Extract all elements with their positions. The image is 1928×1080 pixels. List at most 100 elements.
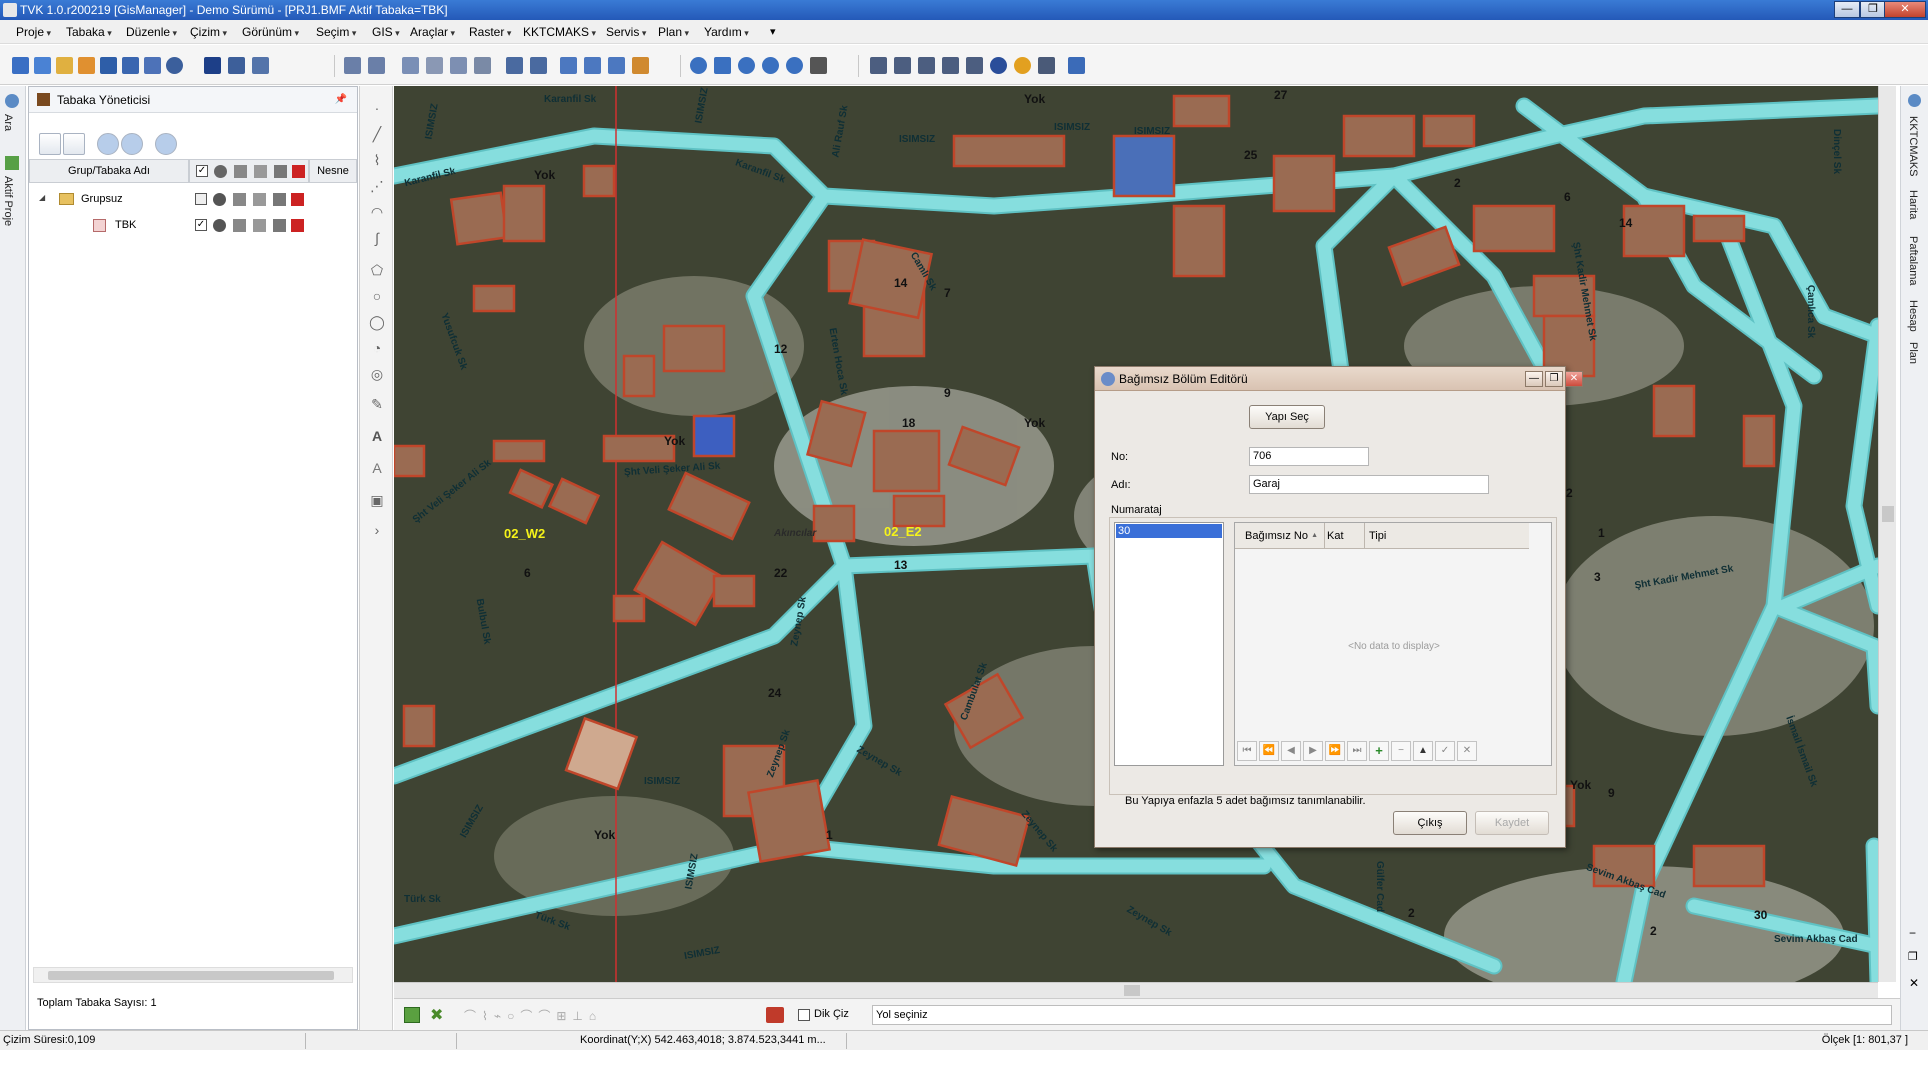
dialog-title-bar[interactable]: Bağımsız Bölüm Editörü — ❐ ✕ [1095,367,1583,391]
name-field[interactable]: Garaj [1249,475,1489,494]
attribute-icon[interactable] [252,57,269,74]
minimize-button[interactable]: — [1834,1,1860,18]
expander-icon[interactable]: ◢ [39,193,45,202]
layer-visibility-checkbox[interactable]: ✓ [195,219,207,231]
dialog-maximize-button[interactable]: ❐ [1545,371,1563,387]
nav-next-button[interactable]: ▶ [1303,741,1323,761]
polygon-icon[interactable]: ⬠ [369,262,385,278]
tool-icon[interactable] [632,57,649,74]
open-folder-icon[interactable] [34,57,51,74]
nav-last-button[interactable]: ⏭ [1347,741,1367,761]
circle-icon[interactable]: ○ [369,288,385,304]
nav-prev-page-button[interactable]: ⏪ [1259,741,1279,761]
add-layer-button[interactable] [97,133,119,155]
color-icon[interactable] [291,193,304,206]
move-icon[interactable] [584,57,601,74]
cancel-icon[interactable]: ✖ [430,1005,443,1025]
tree-row-grupsuz[interactable]: ◢ Grupsuz [37,191,357,211]
snap-icon[interactable] [253,193,266,206]
tab-hesap[interactable]: Hesap [1907,300,1919,332]
pin-icon[interactable]: 📌 [335,87,347,113]
measure-icon[interactable] [870,57,887,74]
print-icon[interactable] [144,57,161,74]
scrollbar-thumb[interactable] [48,971,334,980]
point-icon[interactable]: · [369,100,385,116]
color-icon[interactable] [291,219,304,232]
menu-gis[interactable]: GIS [372,25,400,39]
tab-paftalama[interactable]: Paftalama [1907,236,1919,286]
menu-overflow-chevron[interactable]: ▾ [770,25,776,38]
paste-icon[interactable] [450,57,467,74]
settings-icon[interactable] [1038,57,1055,74]
nav-edit-button[interactable]: ▲ [1413,741,1433,761]
select-icon[interactable] [560,57,577,74]
clipboard-icon[interactable] [474,57,491,74]
print-icon[interactable] [273,193,286,206]
folder-icon[interactable] [56,57,73,74]
nav-delete-button[interactable]: − [1391,741,1411,761]
save-as-icon[interactable] [122,57,139,74]
scrollbar-thumb[interactable] [1882,506,1894,522]
tab-kktcmaks[interactable]: KKTCMAKS [1907,116,1919,177]
column-header-name[interactable]: Grup/Tabaka Adı [29,159,189,183]
snap-icon[interactable] [966,57,983,74]
tab-ara[interactable]: Ara [2,114,14,131]
import-icon[interactable] [78,57,95,74]
undo-icon[interactable] [344,57,361,74]
nav-prev-button[interactable]: ◀ [1281,741,1301,761]
menu-kktcmaks[interactable]: KKTCMAKS [523,25,596,39]
nav-add-button[interactable]: + [1369,741,1389,761]
menu-servis[interactable]: Servis [606,25,646,39]
dialog-close-button[interactable]: ✕ [1565,371,1583,387]
nav-first-button[interactable]: ⏮ [1237,741,1257,761]
nav-next-page-button[interactable]: ⏩ [1325,741,1345,761]
power-icon[interactable] [166,57,183,74]
zoom-window-icon[interactable] [786,57,803,74]
help-icon[interactable] [990,57,1007,74]
independent-units-grid[interactable]: Bağımsız No ▲ Kat Tipi <No data to displ… [1234,522,1552,766]
panel-horizontal-scrollbar[interactable] [33,967,353,983]
pan-center-icon[interactable] [714,57,731,74]
copy-icon[interactable] [402,57,419,74]
print-icon[interactable] [273,219,286,232]
eraser-icon[interactable] [530,57,547,74]
tab-plan[interactable]: Plan [1907,342,1919,364]
menu-tabaka[interactable]: Tabaka [66,25,112,39]
circle-3p-icon[interactable]: ◯ [369,314,385,330]
maximize-button[interactable]: ❐ [1860,1,1886,18]
map-vertical-scrollbar[interactable] [1878,86,1896,982]
restore-icon[interactable]: ❐ [1908,950,1918,963]
column-header-object[interactable]: Nesne [309,159,357,183]
pin-icon[interactable]: ✎ [369,396,385,412]
menu-cizim[interactable]: Çizim [190,25,227,39]
snap-icon[interactable] [253,219,266,232]
menu-duzenle[interactable]: Düzenle [126,25,177,39]
remove-layer-button[interactable] [121,133,143,155]
snap-tools-icon[interactable]: ⌒⌇⌁○⌒⌒⊞⊥⌂ [464,1007,684,1023]
arc-icon[interactable]: ◠ [369,204,385,220]
query-icon[interactable] [942,57,959,74]
numarataj-list[interactable]: 30 [1114,522,1224,766]
edit-icon[interactable] [506,57,523,74]
pan-hand-icon[interactable] [810,57,827,74]
scrollbar-thumb[interactable] [1124,985,1140,996]
tab-harita[interactable]: Harita [1907,190,1919,219]
select-building-button[interactable]: Yapı Seç [1249,405,1325,429]
save-button[interactable]: Kaydet [1475,811,1549,835]
nav-post-button[interactable]: ✓ [1435,741,1455,761]
close-button[interactable]: ✕ [1884,1,1926,18]
no-field[interactable]: 706 [1249,447,1369,466]
tree-expand-button[interactable] [63,133,85,155]
eye-icon[interactable] [213,193,226,206]
lock-icon[interactable] [233,219,246,232]
measure-area-icon[interactable] [894,57,911,74]
tree-view-button[interactable] [39,133,61,155]
minus-icon[interactable]: − [1909,926,1916,940]
dialog-minimize-button[interactable]: — [1525,371,1543,387]
table-icon[interactable] [228,57,245,74]
refresh-layer-button[interactable] [155,133,177,155]
menu-raster[interactable]: Raster [469,25,511,39]
image-icon[interactable]: ▣ [369,492,385,508]
menu-secim[interactable]: Seçim [316,25,356,39]
curve-icon[interactable]: ∫ [369,230,385,246]
